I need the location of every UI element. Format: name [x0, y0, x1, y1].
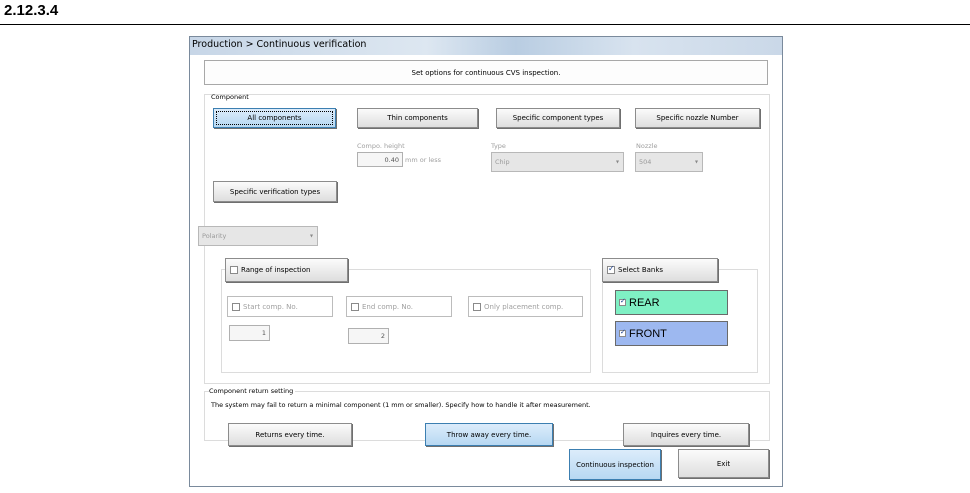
- section-rule: [0, 24, 970, 25]
- only-placement-label: Only placement comp.: [484, 302, 564, 311]
- exit-button[interactable]: Exit: [678, 449, 769, 478]
- range-of-inspection-label: Range of inspection: [241, 266, 311, 274]
- nozzle-select[interactable]: 504 ▾: [635, 152, 703, 172]
- title-bar: Production > Continuous verification: [190, 37, 782, 55]
- specific-nozzle-number-button[interactable]: Specific nozzle Number: [635, 108, 760, 128]
- verification-type-select[interactable]: Polarity ▾: [198, 226, 318, 246]
- return-setting-label: Component return setting: [209, 387, 296, 395]
- section-number: 2.12.3.4: [4, 2, 59, 19]
- select-banks-label: Select Banks: [618, 266, 664, 274]
- checkbox-icon: [619, 297, 626, 306]
- specific-verification-types-button[interactable]: Specific verification types: [213, 181, 337, 202]
- verification-type-value: Polarity: [202, 232, 227, 240]
- checkbox-icon: [230, 266, 238, 274]
- front-bank-label: FRONT: [629, 327, 667, 340]
- window-client-area: Set options for continuous CVS inspectio…: [191, 56, 781, 486]
- end-comp-checkbox[interactable]: End comp. No.: [346, 296, 452, 317]
- chevron-down-icon: ▾: [694, 158, 698, 166]
- range-of-inspection-group: [221, 269, 591, 373]
- specific-component-types-button[interactable]: Specific component types: [496, 108, 620, 128]
- throw-away-every-time-button[interactable]: Throw away every time.: [425, 423, 553, 446]
- checkbox-icon: [607, 264, 615, 274]
- focus-ring: [216, 111, 333, 125]
- chevron-down-icon: ▾: [615, 158, 619, 166]
- continuous-verification-window: Production > Continuous verification Set…: [189, 36, 783, 487]
- return-setting-description: The system may fail to return a minimal …: [211, 401, 591, 409]
- compo-height-unit: mm or less: [405, 156, 442, 164]
- continuous-inspection-label: Continuous inspection: [576, 460, 654, 469]
- type-label: Type: [491, 142, 506, 150]
- inquires-every-time-button[interactable]: Inquires every time.: [623, 423, 749, 446]
- header-message-box: Set options for continuous CVS inspectio…: [204, 60, 768, 85]
- header-message: Set options for continuous CVS inspectio…: [411, 69, 561, 77]
- front-bank-toggle[interactable]: FRONT: [615, 321, 728, 346]
- checkbox-icon: [232, 302, 240, 311]
- checkbox-icon: [619, 328, 626, 337]
- rear-bank-toggle[interactable]: REAR: [615, 290, 728, 315]
- throw-away-label: Throw away every time.: [446, 430, 532, 439]
- component-group-label: Component: [211, 93, 249, 101]
- returns-every-time-button[interactable]: Returns every time.: [228, 423, 352, 446]
- end-comp-label: End comp. No.: [362, 302, 413, 311]
- chevron-down-icon: ▾: [309, 232, 313, 240]
- window-title: Production > Continuous verification: [192, 39, 367, 50]
- thin-components-button[interactable]: Thin components: [357, 108, 478, 128]
- checkbox-icon: [473, 302, 481, 311]
- type-select[interactable]: Chip ▾: [491, 152, 624, 172]
- nozzle-label: Nozzle: [636, 142, 658, 150]
- nozzle-select-value: 504: [639, 158, 652, 166]
- range-of-inspection-checkbox[interactable]: Range of inspection: [225, 258, 348, 282]
- only-placement-checkbox[interactable]: Only placement comp.: [468, 296, 583, 317]
- start-comp-label: Start comp. No.: [243, 302, 298, 311]
- compo-height-field[interactable]: 0.40: [357, 152, 403, 167]
- compo-height-label: Compo. height: [357, 142, 405, 150]
- select-banks-checkbox[interactable]: Select Banks: [602, 258, 718, 282]
- start-comp-checkbox[interactable]: Start comp. No.: [227, 296, 333, 317]
- all-components-button[interactable]: All components: [213, 108, 336, 128]
- rear-bank-label: REAR: [629, 296, 660, 309]
- end-comp-field[interactable]: 2: [348, 328, 389, 344]
- checkbox-icon: [351, 302, 359, 311]
- type-select-value: Chip: [495, 158, 510, 166]
- start-comp-field[interactable]: 1: [229, 325, 270, 341]
- continuous-inspection-button[interactable]: Continuous inspection: [569, 449, 661, 480]
